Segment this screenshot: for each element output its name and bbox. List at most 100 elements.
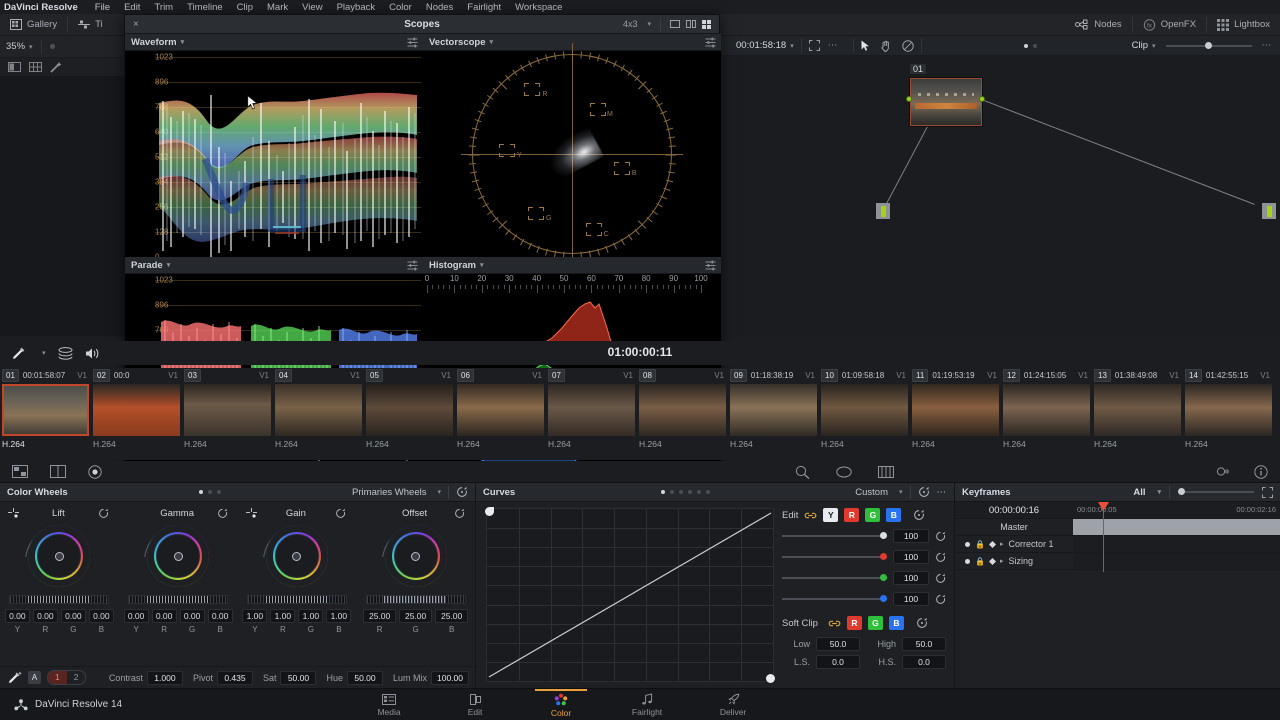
clip-thumbnail[interactable]: [275, 384, 362, 436]
node-01[interactable]: [910, 78, 982, 126]
version-1[interactable]: 1: [48, 671, 67, 684]
openfx-button[interactable]: fx OpenFX: [1133, 14, 1206, 36]
viewer-mode-label[interactable]: Clip: [1132, 40, 1148, 51]
chevron-right-icon[interactable]: ▸: [1000, 540, 1004, 548]
wheel-master-slider[interactable]: [247, 595, 347, 604]
wheel-reset-icon[interactable]: [454, 508, 465, 519]
wheel-disc[interactable]: [147, 525, 209, 587]
viewer-page-dot-active[interactable]: [1024, 44, 1028, 48]
vectorscope-chevron-icon[interactable]: ▾: [490, 38, 494, 46]
curve-slider-value[interactable]: 100: [893, 529, 929, 543]
lock-icon-2[interactable]: 🔒: [975, 557, 985, 566]
soft-clip-channel-b[interactable]: B: [889, 616, 904, 630]
magic-wand-icon[interactable]: [50, 61, 62, 73]
viewer-timecode[interactable]: 00:01:58:18: [736, 40, 786, 51]
wheel-value-b[interactable]: 0.00: [89, 609, 114, 623]
eyedropper-icon[interactable]: [8, 671, 22, 684]
keyframes-panel[interactable]: Keyframes All ▾ 00:00:00:16 00:00:00:05: [955, 483, 1280, 688]
wheel-value-r[interactable]: 1.00: [270, 609, 295, 623]
viewer-options-icon[interactable]: ⋯: [828, 40, 839, 51]
param-hue[interactable]: Hue50.00: [326, 671, 383, 685]
keyframe-diamond-icon-2[interactable]: [989, 557, 996, 564]
timeline-clip-07[interactable]: 07V1H.264: [546, 368, 637, 449]
soft-clip-high-value[interactable]: 50.0: [902, 637, 946, 651]
scope-waveform[interactable]: Waveform ▾ 1023 896: [125, 34, 423, 257]
curve-point-white[interactable]: [766, 674, 775, 683]
timeline-clip-04[interactable]: 04V1H.264: [273, 368, 364, 449]
curves-channel-reset-icon[interactable]: [913, 509, 925, 521]
curve-slider-reset-icon[interactable]: [935, 594, 946, 605]
param-sat[interactable]: Sat50.00: [263, 671, 317, 685]
grid-view-icon[interactable]: [29, 62, 42, 72]
wheel-knob[interactable]: [174, 552, 183, 561]
curve-slider-b[interactable]: 100: [782, 592, 946, 606]
clip-thumbnail[interactable]: [639, 384, 726, 436]
waveform-chevron-icon[interactable]: ▾: [181, 38, 185, 46]
wheel-gamma[interactable]: Gamma0.00Y0.00R0.00G0.00B: [119, 506, 238, 634]
window-icon[interactable]: [836, 466, 852, 478]
disable-tool-icon[interactable]: [902, 40, 914, 52]
wheel-reset-icon[interactable]: [217, 508, 228, 519]
wheel-knob[interactable]: [411, 552, 420, 561]
menu-item-playback[interactable]: Playback: [330, 2, 383, 13]
soft-clip-ls-value[interactable]: 0.0: [816, 655, 860, 669]
wheel-value-y[interactable]: 1.00: [242, 609, 267, 623]
wheel-value-r[interactable]: 0.00: [33, 609, 58, 623]
curves-mode-label[interactable]: Custom: [855, 487, 888, 498]
fullscreen-icon[interactable]: [809, 40, 820, 51]
node-input-port[interactable]: [906, 96, 912, 102]
menu-item-nodes[interactable]: Nodes: [419, 2, 460, 13]
clip-thumbnail[interactable]: [548, 384, 635, 436]
param-pivot[interactable]: Pivot0.435: [193, 671, 253, 685]
keyframes-row-sizing[interactable]: 🔒 ▸ Sizing: [955, 553, 1280, 570]
menu-app-name[interactable]: DaVinci Resolve: [4, 2, 78, 13]
soft-clip-link-icon[interactable]: [828, 618, 841, 629]
curve-slider-track[interactable]: [782, 535, 887, 537]
wheel-value-g[interactable]: 25.00: [399, 609, 432, 623]
version-2[interactable]: 2: [67, 671, 86, 684]
tab-fairlight[interactable]: Fairlight: [621, 691, 673, 718]
color-wheels-pager[interactable]: [199, 490, 221, 494]
timeline-clip-05[interactable]: 05V1H.264: [364, 368, 455, 449]
curve-slider-y[interactable]: 100: [782, 529, 946, 543]
timeline-clip-11[interactable]: 1101:19:53:19V1H.264: [910, 368, 1001, 449]
node-output-connector[interactable]: [1262, 203, 1276, 219]
color-wheels-reset-icon[interactable]: [456, 486, 468, 498]
corrector-enable-dot[interactable]: [965, 542, 970, 547]
curves-mode-chevron-icon[interactable]: ▾: [899, 488, 903, 496]
wheel-value-y[interactable]: 0.00: [124, 609, 149, 623]
viewer-tc-chevron-icon[interactable]: ▾: [790, 42, 794, 50]
menu-item-view[interactable]: View: [295, 2, 329, 13]
wheel-picker-icon[interactable]: [8, 508, 19, 519]
tab-color[interactable]: Color: [535, 691, 587, 718]
wheel-lift[interactable]: Lift0.00Y0.00R0.00G0.00B: [0, 506, 119, 634]
clip-thumbnail[interactable]: [1003, 384, 1090, 436]
menu-item-trim[interactable]: Trim: [147, 2, 180, 13]
wheel-value-g[interactable]: 0.00: [180, 609, 205, 623]
menu-item-mark[interactable]: Mark: [260, 2, 295, 13]
wheel-value-r[interactable]: 0.00: [152, 609, 177, 623]
curve-slider-reset-icon[interactable]: [935, 531, 946, 542]
primaries-mode-chevron-icon[interactable]: ▾: [437, 488, 441, 496]
timeline-clip-06[interactable]: 06V1H.264: [455, 368, 546, 449]
menu-item-edit[interactable]: Edit: [117, 2, 147, 13]
lightbox-button[interactable]: Lightbox: [1207, 14, 1280, 36]
param-value[interactable]: 0.435: [217, 671, 253, 685]
clip-thumbnail[interactable]: [912, 384, 999, 436]
curve-slider-value[interactable]: 100: [893, 571, 929, 585]
curve-slider-track[interactable]: [782, 577, 887, 579]
nodes-button[interactable]: Nodes: [1065, 14, 1131, 36]
keyframes-fit-icon[interactable]: [1262, 487, 1273, 498]
pan-tool-icon[interactable]: [880, 40, 892, 52]
wheel-value-g[interactable]: 1.00: [298, 609, 323, 623]
wheel-value-y[interactable]: 0.00: [5, 609, 30, 623]
curve-slider-reset-icon[interactable]: [935, 573, 946, 584]
wheel-knob[interactable]: [292, 552, 301, 561]
keyframes-zoom-slider[interactable]: [1178, 491, 1254, 493]
clip-thumbnail[interactable]: [1094, 384, 1181, 436]
wheel-reset-icon[interactable]: [335, 508, 346, 519]
record-icon[interactable]: [88, 465, 102, 479]
timeline-clip-02[interactable]: 0200:0V1H.264: [91, 368, 182, 449]
wheel-gain[interactable]: Gain1.00Y1.00R1.00G1.00B: [238, 506, 357, 634]
timeline-button[interactable]: Ti: [68, 14, 113, 36]
